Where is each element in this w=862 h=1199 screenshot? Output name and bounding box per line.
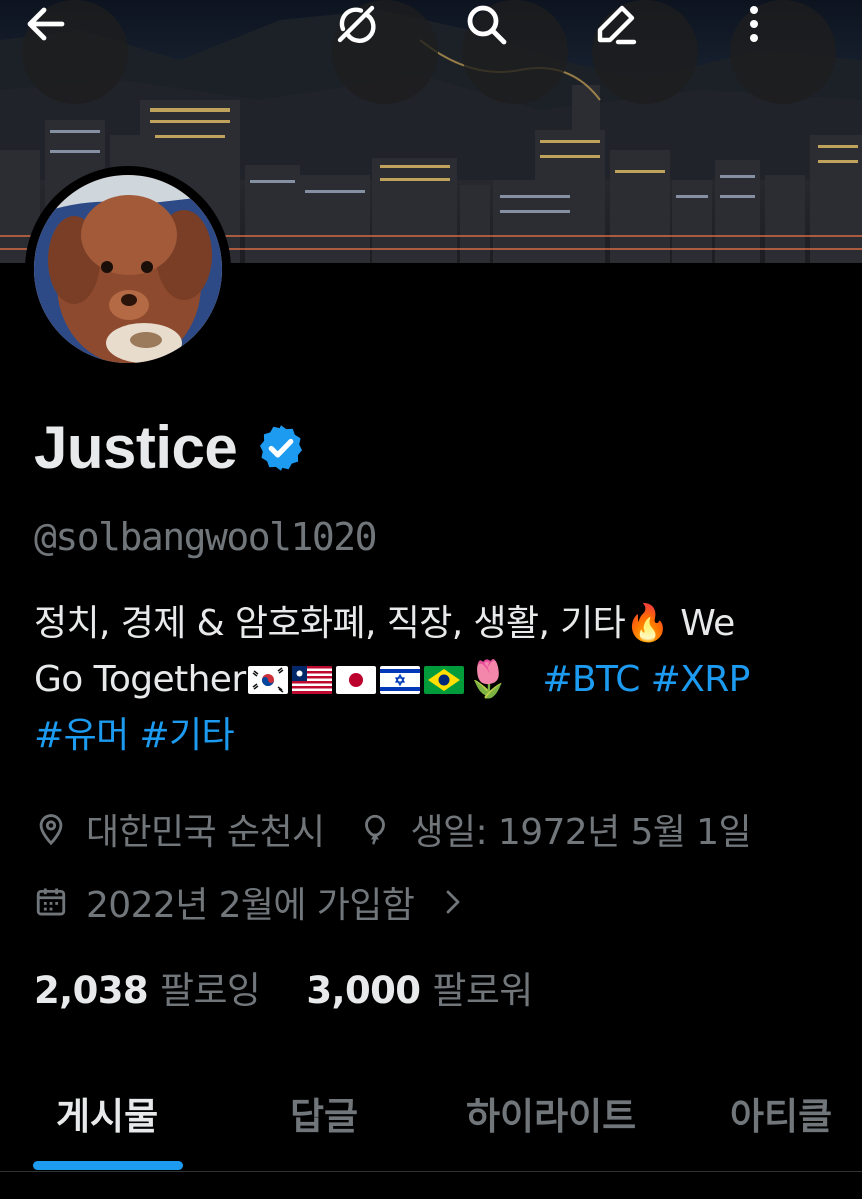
flag-brazil-icon: [423, 666, 464, 694]
birthday-text: 생일: 1972년 5월 1일: [410, 812, 751, 853]
tab-articles[interactable]: 아티클: [730, 1086, 832, 1140]
verified-badge-icon[interactable]: [255, 422, 307, 474]
hashtag-btc[interactable]: #BTC: [542, 659, 640, 700]
location-item: 대한민국 순천시: [34, 803, 325, 855]
location-text: 대한민국 순천시: [86, 812, 325, 853]
chevron-right-icon: [446, 890, 460, 914]
puppy-photo: [34, 175, 222, 363]
back-button[interactable]: [22, 0, 128, 104]
display-name-text: Justice: [34, 414, 238, 481]
avatar-image: [34, 175, 222, 363]
bio-text-line1: 정치, 경제 & 암호화폐, 직장, 생활, 기타🔥 We: [34, 603, 735, 644]
followers-label: 팔로워: [432, 969, 533, 1012]
arrow-left-icon: [27, 7, 65, 41]
profile-handle: @solbangwool1020: [34, 515, 378, 559]
balloon-icon: [365, 814, 386, 845]
search-icon: [467, 5, 507, 45]
flag-japan-icon: [335, 666, 376, 694]
grok-icon: [337, 5, 376, 43]
flag-liberia-icon: [291, 666, 332, 694]
more-options-button[interactable]: [730, 0, 836, 104]
tab-highlights[interactable]: 하이라이트: [466, 1086, 636, 1140]
bio-tulip-emoji: 🌷: [465, 659, 511, 700]
profile-avatar[interactable]: [25, 166, 231, 372]
profile-meta-row-1: 대한민국 순천시 생일: 1972년 5월 1일: [34, 803, 752, 855]
followers-count: 3,000: [306, 969, 421, 1012]
calendar-icon: [36, 888, 66, 916]
flag-israel-icon: [379, 666, 420, 694]
profile-meta-row-2[interactable]: 2022년 2월에 가입함: [34, 876, 468, 928]
hashtag-xrp[interactable]: #XRP: [651, 659, 751, 700]
profile-tabs: 게시물 답글 하이라이트 아티클: [0, 1060, 862, 1172]
pencil-icon: [597, 5, 637, 45]
grok-button[interactable]: [332, 0, 438, 104]
bio-text-line2: Go Together: [34, 659, 246, 700]
joined-date-item[interactable]: 2022년 2월에 가입함: [34, 876, 468, 928]
flag-south-korea-icon: [247, 666, 288, 694]
joined-text: 2022년 2월에 가입함: [86, 885, 415, 926]
active-tab-indicator: [33, 1161, 183, 1170]
tab-posts[interactable]: 게시물: [56, 1086, 158, 1140]
hashtag-etc[interactable]: #기타: [139, 715, 234, 756]
following-count: 2,038: [34, 969, 149, 1012]
followers-link[interactable]: 3,000 팔로워: [306, 960, 533, 1014]
hashtag-humor[interactable]: #유머: [34, 715, 129, 756]
following-label: 팔로잉: [160, 969, 261, 1012]
follow-stats: 2,038 팔로잉 3,000 팔로워: [34, 960, 533, 1014]
profile-bio: 정치, 경제 & 암호화폐, 직장, 생활, 기타🔥 We Go Togethe…: [34, 596, 834, 764]
following-link[interactable]: 2,038 팔로잉: [34, 960, 261, 1014]
profile-display-name: Justice: [34, 418, 307, 478]
edit-button[interactable]: [592, 0, 698, 104]
tab-replies[interactable]: 답글: [290, 1086, 358, 1140]
more-vertical-icon: [750, 6, 758, 42]
search-button[interactable]: [462, 0, 568, 104]
birthday-item: 생일: 1972년 5월 1일: [358, 803, 752, 855]
location-pin-icon: [39, 814, 63, 846]
